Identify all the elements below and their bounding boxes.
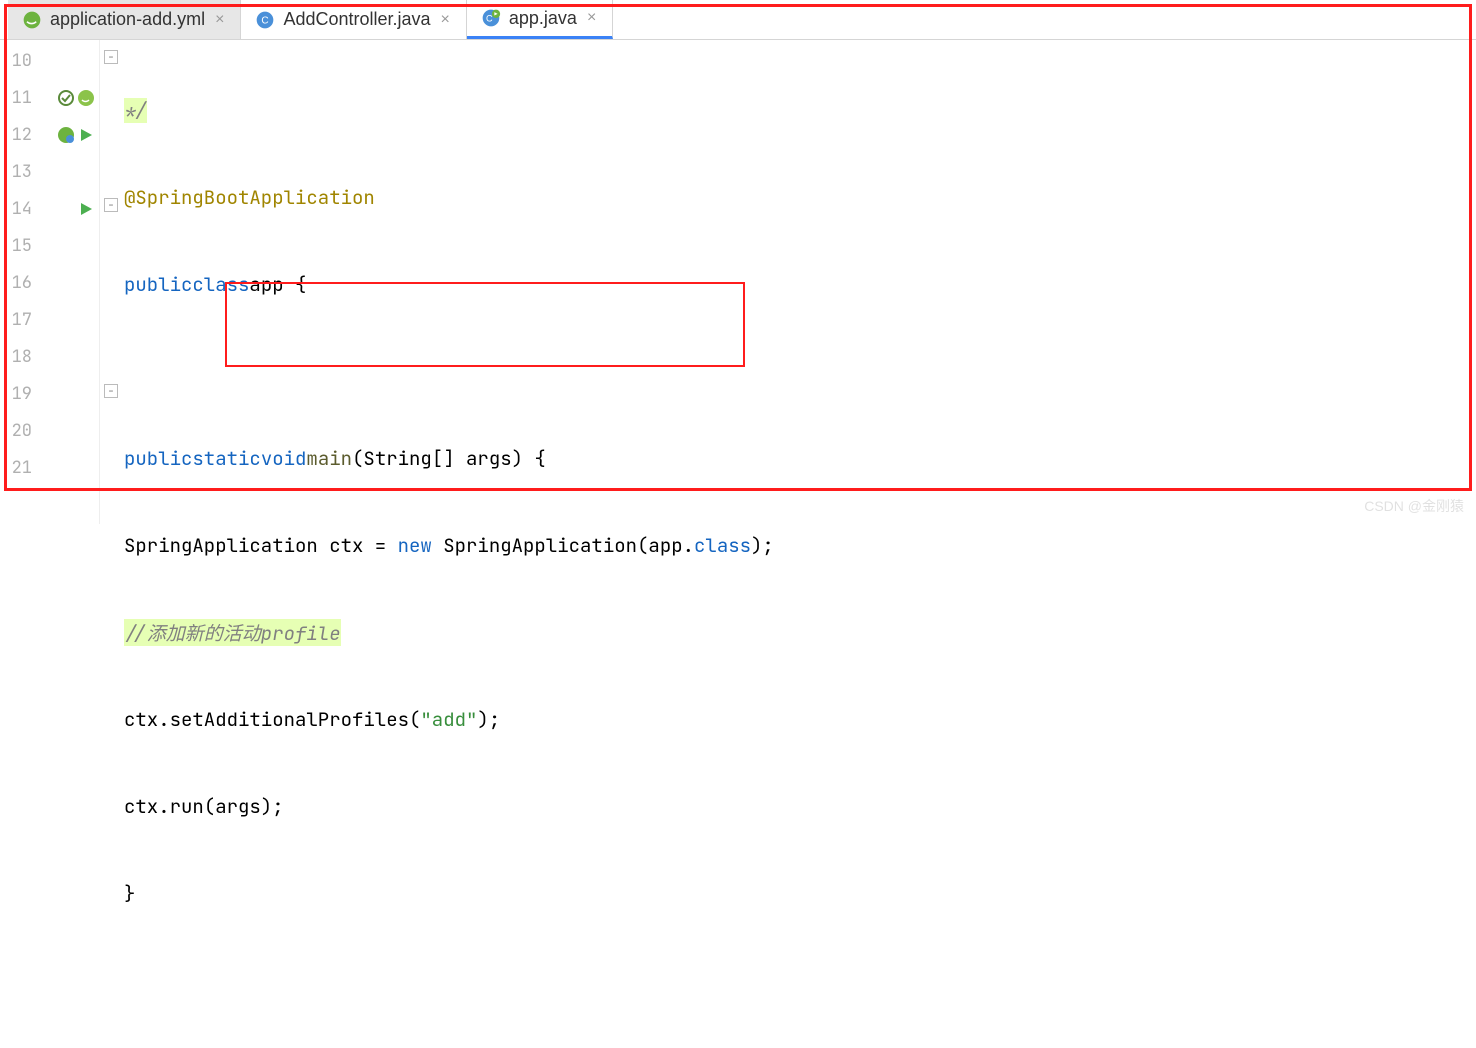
line-number: 14 [4,198,32,220]
svg-text:C: C [262,15,269,26]
tab-addcontroller-java[interactable]: C AddController.java × [241,0,466,39]
tab-label: AddController.java [283,9,430,30]
line-number: 19 [4,383,32,405]
code-line: ctx.run(args); [124,788,1476,825]
code-line: public static void main(String[] args) { [124,440,1476,477]
tab-application-add-yml[interactable]: application-add.yml × [8,0,241,39]
watermark: CSDN @金刚猿 [1364,496,1464,516]
line-number-gutter: 10 11 12 13 14 15 16 17 18 19 20 21 [0,40,100,524]
close-icon[interactable]: × [439,11,452,29]
line-number: 17 [4,309,32,331]
line-number: 11 [4,87,32,109]
line-number: 12 [4,124,32,146]
code-line: } [124,875,1476,912]
line-number: 15 [4,235,32,257]
spring-icon [22,10,42,30]
fold-toggle-icon[interactable]: − [104,198,118,212]
code-line: */ [124,92,1476,129]
fold-toggle-icon[interactable]: − [104,50,118,64]
spring-context-icon[interactable] [57,126,75,144]
code-line: SpringApplication ctx = new SpringApplic… [124,527,1476,564]
line-number: 16 [4,272,32,294]
java-run-icon: C [481,8,501,28]
tab-label: application-add.yml [50,9,205,30]
fold-column: − − − [100,40,124,524]
close-icon[interactable]: × [213,11,226,29]
tab-label: app.java [509,8,577,29]
line-number: 21 [4,457,32,479]
spring-bean-icon[interactable] [77,89,95,107]
line-number: 20 [4,420,32,442]
line-number: 18 [4,346,32,368]
run-icon[interactable] [77,200,95,218]
code-line: ctx.setAdditionalProfiles("add"); [124,701,1476,738]
code-line: public class app { [124,266,1476,303]
code-line: @SpringBootApplication [124,179,1476,216]
line-number: 10 [4,50,32,72]
recursive-usage-icon[interactable] [57,89,75,107]
code-line: //添加新的活动profile [124,614,1476,651]
fold-toggle-icon[interactable]: − [104,384,118,398]
editor-tab-bar: application-add.yml × C AddController.ja… [0,0,1476,40]
java-class-icon: C [255,10,275,30]
code-line [124,962,1476,999]
close-icon[interactable]: × [585,9,598,27]
code-area[interactable]: */ @SpringBootApplication public class a… [124,40,1476,524]
run-icon[interactable] [77,126,95,144]
code-line [124,353,1476,390]
tab-app-java[interactable]: C app.java × [467,0,613,39]
line-number: 13 [4,161,32,183]
editor: 10 11 12 13 14 15 16 17 18 19 20 21 − − [0,40,1476,524]
